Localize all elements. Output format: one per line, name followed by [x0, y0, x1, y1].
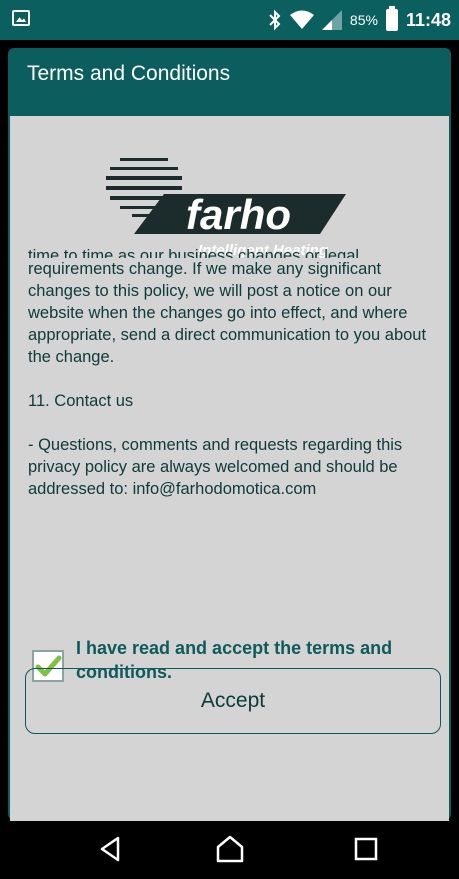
clipped-line: time to time as our business changes or …: [28, 248, 360, 258]
clock: 11:48: [405, 9, 451, 30]
battery-icon: [385, 6, 398, 31]
terms-paragraph: requirements change. If we make any sign…: [28, 260, 427, 366]
home-icon[interactable]: [214, 833, 246, 865]
accept-button[interactable]: Accept: [25, 668, 441, 734]
bluetooth-icon: [269, 9, 281, 31]
dialog-body[interactable]: farho Intelligent Heating time to time a…: [10, 116, 449, 858]
farho-logo-graphic: farho Intelligent Heating: [106, 158, 346, 259]
terms-text: time to time as our business changes or …: [28, 248, 438, 522]
signal-icon: [321, 10, 342, 30]
logo-wordmark: farho: [186, 191, 291, 238]
dialog-title: Terms and Conditions: [27, 62, 231, 85]
farho-logo: farho Intelligent Heating: [106, 136, 346, 266]
terms-paragraph: - Questions, comments and requests regar…: [28, 436, 403, 498]
terms-dialog: Terms and Conditions farho Intelligent H…: [8, 48, 451, 872]
navigation-bar: [0, 821, 459, 879]
status-icons: 85% 11:48: [268, 6, 451, 32]
section-heading: 11. Contact us: [28, 392, 134, 410]
recents-icon[interactable]: [350, 833, 382, 865]
wifi-icon: [289, 10, 314, 29]
battery-percent: 85%: [349, 12, 378, 28]
back-icon[interactable]: [94, 833, 126, 865]
image-icon: [12, 10, 30, 26]
status-bar: 85% 11:48: [0, 0, 459, 40]
